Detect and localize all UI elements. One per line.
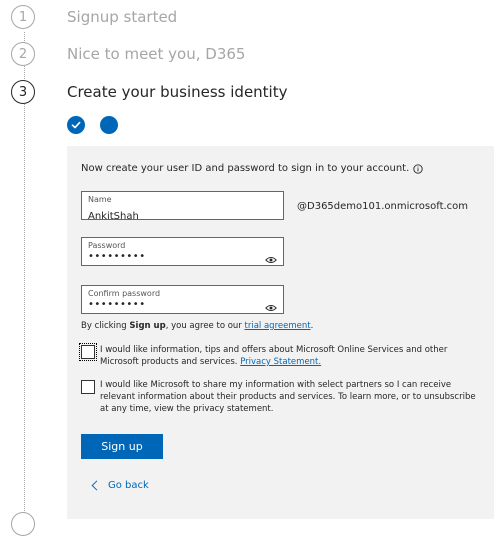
step-2-indicator: 2	[11, 42, 35, 66]
eye-icon[interactable]	[265, 297, 277, 316]
eye-icon[interactable]	[265, 249, 277, 268]
privacy-statement-link[interactable]: Privacy Statement.	[240, 357, 321, 367]
step-1-number: 1	[18, 9, 28, 25]
name-field[interactable]: Name	[81, 191, 284, 224]
password-input[interactable]: •••••••••	[88, 250, 258, 264]
agreement-prefix: By clicking	[81, 321, 130, 331]
checkmark-icon	[71, 121, 81, 129]
step-3-label: Create your business identity	[67, 83, 288, 101]
confirm-password-field-label: Confirm password	[88, 289, 161, 298]
name-input[interactable]	[88, 210, 258, 224]
partner-sharing-checkbox-label: I would like Microsoft to share my infor…	[100, 380, 476, 414]
marketing-checkbox-label: I would like information, tips and offer…	[100, 344, 480, 368]
form-intro-text: Now create your user ID and password to …	[81, 163, 410, 174]
name-field-label: Name	[88, 195, 112, 204]
step-2-number: 2	[18, 46, 28, 62]
step-4-indicator	[11, 512, 35, 536]
agreement-bold: Sign up	[129, 321, 166, 331]
progress-rail	[24, 32, 25, 519]
password-field-label: Password	[88, 241, 126, 250]
confirm-password-field[interactable]: Confirm password •••••••••	[81, 285, 284, 314]
trial-agreement-link[interactable]: trial agreement	[245, 321, 311, 331]
domain-suffix: @D365demo101.onmicrosoft.com	[297, 201, 469, 212]
step-2-label: Nice to meet you, D365	[67, 45, 246, 63]
partner-sharing-checkbox[interactable]	[81, 380, 95, 394]
signup-form-panel: Now create your user ID and password to …	[67, 146, 494, 519]
chevron-left-icon	[91, 480, 98, 491]
step-1-indicator: 1	[11, 5, 35, 29]
form-intro: Now create your user ID and password to …	[81, 163, 423, 174]
confirm-password-input[interactable]: •••••••••	[88, 298, 258, 312]
go-back-link[interactable]: Go back	[91, 480, 149, 491]
agreement-text: By clicking Sign up, you agree to our tr…	[81, 321, 313, 331]
marketing-checkbox[interactable]	[79, 343, 97, 361]
agreement-middle: , you agree to our	[165, 321, 245, 331]
go-back-label: Go back	[108, 480, 149, 491]
substep-progress	[67, 116, 118, 134]
step-3-number: 3	[18, 84, 28, 100]
sign-up-button[interactable]: Sign up	[81, 434, 163, 459]
substep-current-dot	[100, 116, 118, 134]
agreement-suffix: .	[310, 321, 314, 331]
step-3-indicator: 3	[11, 80, 35, 104]
substep-complete-dot	[67, 116, 85, 134]
password-field[interactable]: Password •••••••••	[81, 237, 284, 266]
info-icon[interactable]	[413, 163, 423, 174]
step-1-label: Signup started	[67, 8, 178, 26]
